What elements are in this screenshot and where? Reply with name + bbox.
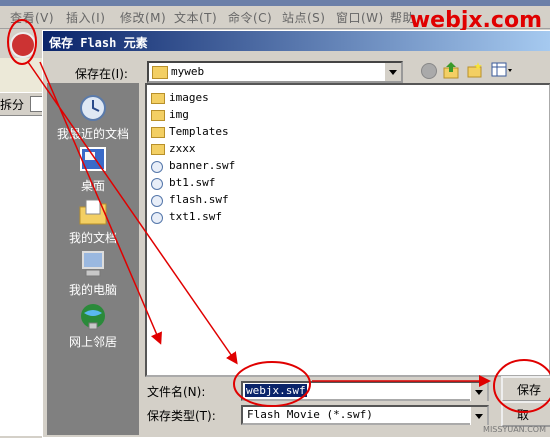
chevron-down-icon[interactable] xyxy=(384,63,401,81)
menu-bar: 查看(V) 插入(I) 修改(M) 文本(T) 命令(C) 站点(S) 窗口(W… xyxy=(0,6,550,33)
view-toolbar: 拆分 xyxy=(0,92,44,116)
place-recent-label: 我最近的文档 xyxy=(56,127,129,141)
chevron-down-icon[interactable] xyxy=(470,407,487,425)
place-my-computer-label: 我的电脑 xyxy=(68,283,117,297)
folder-icon xyxy=(152,66,168,79)
new-folder-icon[interactable] xyxy=(467,62,483,78)
menu-modify[interactable]: 修改(M) xyxy=(120,9,166,26)
save-button-label: 保存 xyxy=(517,383,542,397)
menu-text[interactable]: 文本(T) xyxy=(174,9,217,26)
folder-icon xyxy=(151,127,165,138)
place-desktop[interactable]: 桌面 xyxy=(47,145,139,194)
folder-icon xyxy=(151,110,165,121)
place-my-documents[interactable]: 我的文档 xyxy=(47,197,139,246)
network-places-icon xyxy=(81,304,105,330)
menu-site[interactable]: 站点(S) xyxy=(282,9,325,26)
filename-label: 文件名(N): xyxy=(147,385,206,399)
file-name: flash.swf xyxy=(169,193,229,206)
up-folder-icon[interactable] xyxy=(443,61,459,79)
back-icon[interactable] xyxy=(421,63,437,79)
file-name: images xyxy=(169,91,209,104)
my-computer-icon xyxy=(82,251,104,277)
place-desktop-label: 桌面 xyxy=(80,179,105,193)
split-view-tab[interactable]: 拆分 xyxy=(0,96,24,113)
cancel-button-label: 取 xyxy=(517,408,530,422)
file-list[interactable]: images img Templates zxxx banner.swf bt1… xyxy=(145,83,550,377)
filetype-value: Flash Movie (*.swf) xyxy=(247,408,373,421)
menu-window[interactable]: 窗口(W) xyxy=(336,9,384,26)
place-recent[interactable]: 我最近的文档 xyxy=(47,93,139,142)
code-area xyxy=(0,116,43,436)
file-name: bt1.swf xyxy=(169,176,216,189)
swf-file-icon xyxy=(151,195,163,207)
site-watermark: MISSYUAN.COM xyxy=(483,425,546,434)
file-name: txt1.swf xyxy=(169,210,222,223)
menu-insert[interactable]: 插入(I) xyxy=(66,9,105,26)
save-in-value: myweb xyxy=(171,65,205,78)
save-button[interactable]: 保存 xyxy=(501,376,550,402)
desktop-icon xyxy=(80,147,106,171)
chevron-down-icon[interactable] xyxy=(470,383,487,401)
file-name: banner.swf xyxy=(169,159,236,172)
filetype-label: 保存类型(T): xyxy=(147,409,216,423)
file-name: Templates xyxy=(169,125,229,138)
filename-field[interactable]: webjx.swf xyxy=(241,381,489,401)
recent-documents-icon xyxy=(80,95,106,121)
folder-icon xyxy=(151,144,165,155)
place-network[interactable]: 网上邻居 xyxy=(47,301,139,350)
save-in-dropdown[interactable]: myweb xyxy=(147,61,403,83)
menu-view[interactable]: 查看(V) xyxy=(10,9,54,26)
dialog-title-bar: 保存 Flash 元素 xyxy=(43,31,550,51)
filetype-dropdown[interactable]: Flash Movie (*.swf) xyxy=(241,405,489,425)
flash-app-icon[interactable] xyxy=(10,32,36,58)
save-in-label: 保存在(I): xyxy=(75,67,128,81)
swf-file-icon xyxy=(151,178,163,190)
place-my-computer[interactable]: 我的电脑 xyxy=(47,249,139,298)
dialog-title: 保存 Flash 元素 xyxy=(49,36,148,50)
folder-icon xyxy=(151,93,165,104)
place-my-documents-label: 我的文档 xyxy=(68,231,117,245)
places-bar: 我最近的文档 桌面 我的文档 我的电脑 网上邻居 xyxy=(47,83,139,435)
views-icon[interactable] xyxy=(491,62,513,78)
file-name: zxxx xyxy=(169,142,196,155)
file-name: img xyxy=(169,108,189,121)
swf-file-icon xyxy=(151,212,163,224)
swf-file-icon xyxy=(151,161,163,173)
save-flash-dialog: 保存 Flash 元素 保存在(I): myweb 我最近的文档 桌面 我的文档… xyxy=(42,30,550,438)
place-network-label: 网上邻居 xyxy=(68,335,117,349)
menu-commands[interactable]: 命令(C) xyxy=(228,9,272,26)
cancel-button[interactable]: 取 xyxy=(501,401,550,427)
my-documents-icon xyxy=(79,199,107,225)
filename-value: webjx.swf xyxy=(245,384,307,397)
